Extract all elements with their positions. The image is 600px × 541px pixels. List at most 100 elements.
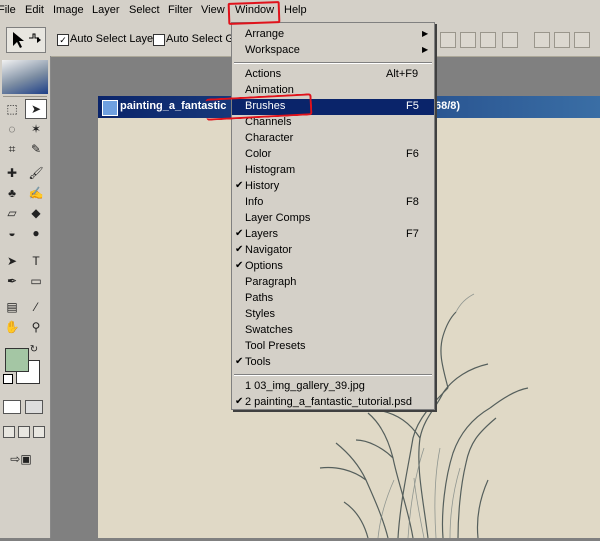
menu-item-label: Options (245, 260, 283, 272)
paint-bucket-tool-icon[interactable]: ◆ (26, 204, 46, 222)
auto-select-groups-label: Auto Select Gr (166, 33, 238, 45)
eraser-tool-icon[interactable]: ▱ (2, 204, 22, 222)
notes-tool-icon[interactable]: ▤ (2, 298, 22, 316)
hand-tool-icon[interactable]: ✋ (2, 318, 22, 336)
jump-to-imageready-icon[interactable]: ⇨▣ (4, 450, 38, 468)
menu-item-info[interactable]: Info F8 (232, 195, 434, 211)
align-center-button[interactable] (460, 32, 476, 48)
toolbox: ⬚ ➤ ◌ ✶ ⌗ ✎ ✚ 🖌 ♣ ✍ ▱ ◆ ◒ ● ➤ T ✒ ▭ ▤ ⁄ … (0, 56, 51, 538)
checkmark-icon: ✔ (235, 356, 244, 367)
menu-item-tools[interactable]: ✔ Tools (232, 355, 434, 371)
quick-mask-mode-button[interactable] (25, 400, 43, 414)
menu-item-history[interactable]: ✔ History (232, 179, 434, 195)
menu-item-label: 2 painting_a_fantastic_tutorial.psd (245, 396, 412, 408)
standard-mode-button[interactable] (3, 400, 21, 414)
photoshop-feather-logo (2, 60, 48, 94)
dodge-tool-icon[interactable]: ● (26, 224, 46, 242)
menu-item-arrange[interactable]: Arrange ▶ (232, 27, 434, 43)
marquee-tool-icon[interactable]: ⬚ (2, 100, 22, 118)
pen-tool-icon[interactable]: ✒ (2, 272, 22, 290)
menu-item-layer-comps[interactable]: Layer Comps (232, 211, 434, 227)
zoom-tool-icon[interactable]: ⚲ (26, 318, 46, 336)
magic-wand-tool-icon[interactable]: ✶ (26, 120, 46, 138)
menu-item-label: Tool Presets (245, 340, 306, 352)
document-title-tail: 68/8) (435, 100, 461, 112)
menu-help[interactable]: Help (284, 4, 307, 16)
checkmark-icon: ✔ (235, 260, 244, 271)
menu-item-label: Layer Comps (245, 212, 311, 224)
distribute-middle-button[interactable] (554, 32, 570, 48)
healing-brush-tool-icon[interactable]: ✚ (2, 164, 22, 182)
standard-screen-mode-button[interactable] (3, 426, 15, 438)
menu-item-label: Tools (245, 356, 271, 368)
checkmark-icon: ✔ (235, 396, 244, 407)
swap-colors-icon[interactable]: ↻ (28, 344, 40, 356)
tool-preset-picker[interactable] (6, 27, 46, 53)
menu-item-open-document[interactable]: ✔ 2 painting_a_fantastic_tutorial.psd (232, 395, 434, 411)
menu-item-label: Swatches (245, 324, 293, 336)
align-top-button[interactable] (502, 32, 518, 48)
menu-item-label: History (245, 180, 280, 192)
rectangle-tool-icon[interactable]: ▭ (26, 272, 46, 290)
menu-item-workspace[interactable]: Workspace ▶ (232, 43, 434, 59)
menu-view[interactable]: View (201, 4, 225, 16)
menu-filter[interactable]: Filter (168, 4, 192, 16)
menu-item-shortcut: Alt+F9 (386, 68, 419, 80)
default-colors-icon[interactable] (3, 374, 13, 384)
checkmark-icon: ✔ (235, 244, 244, 255)
lasso-tool-icon[interactable]: ◌ (2, 120, 22, 138)
blur-tool-icon[interactable]: ◒ (2, 224, 22, 242)
menu-item-color[interactable]: Color F6 (232, 147, 434, 163)
menu-item-styles[interactable]: Styles (232, 307, 434, 323)
menu-item-label: Character (245, 132, 294, 144)
menu-item-shortcut: F7 (406, 228, 419, 240)
menu-layer[interactable]: Layer (92, 4, 120, 16)
brush-tool-icon[interactable]: 🖌 (26, 164, 46, 182)
menu-item-paths[interactable]: Paths (232, 291, 434, 307)
auto-select-layer-checkbox[interactable]: ✓ (57, 34, 69, 46)
menu-select[interactable]: Select (129, 4, 160, 16)
menu-item-open-document[interactable]: 1 03_img_gallery_39.jpg (232, 379, 434, 395)
window-menu-dropdown: Arrange ▶ Workspace ▶ Actions Alt+F9 Animation… (231, 22, 435, 410)
menu-file[interactable]: File (0, 4, 16, 16)
clone-stamp-tool-icon[interactable]: ♣ (2, 184, 22, 202)
type-tool-icon[interactable]: T (26, 252, 46, 270)
annotation-window-highlight (227, 1, 281, 25)
menu-item-label: Arrange (245, 28, 285, 40)
menu-item-swatches[interactable]: Swatches (232, 323, 434, 339)
full-screen-mode-button[interactable] (33, 426, 45, 438)
checkmark-icon: ✔ (235, 180, 244, 191)
toolbox-divider (3, 96, 47, 97)
menu-item-label: Actions (245, 68, 282, 80)
move-tool-icon[interactable]: ➤ (25, 99, 47, 119)
auto-select-groups-checkbox[interactable] (153, 34, 165, 46)
submenu-arrow-icon: ▶ (422, 29, 429, 38)
menu-image[interactable]: Image (53, 4, 84, 16)
distribute-bottom-button[interactable] (574, 32, 590, 48)
align-right-button[interactable] (480, 32, 496, 48)
menu-item-label: Info (245, 196, 264, 208)
menu-item-actions[interactable]: Actions Alt+F9 (232, 67, 434, 83)
foreground-color-swatch[interactable] (5, 348, 29, 372)
menu-item-options[interactable]: ✔ Options (232, 259, 434, 275)
menu-item-histogram[interactable]: Histogram (232, 163, 434, 179)
menu-item-tool-presets[interactable]: Tool Presets (232, 339, 434, 355)
eyedropper-tool-icon[interactable]: ⁄ (26, 298, 46, 316)
menu-item-shortcut: F5 (406, 100, 419, 112)
slice-tool-icon[interactable]: ✎ (26, 140, 46, 158)
menu-item-paragraph[interactable]: Paragraph (232, 275, 434, 291)
menu-separator (234, 374, 432, 376)
move-tool-icon (13, 32, 41, 48)
menu-item-character[interactable]: Character (232, 131, 434, 147)
history-brush-tool-icon[interactable]: ✍ (26, 184, 46, 202)
path-selection-tool-icon[interactable]: ➤ (2, 252, 22, 270)
distribute-top-button[interactable] (534, 32, 550, 48)
crop-tool-icon[interactable]: ⌗ (2, 140, 22, 158)
align-left-button[interactable] (440, 32, 456, 48)
menu-item-navigator[interactable]: ✔ Navigator (232, 243, 434, 259)
menu-edit[interactable]: Edit (25, 4, 44, 16)
menu-item-label: Navigator (245, 244, 293, 256)
menu-item-layers[interactable]: ✔ Layers F7 (232, 227, 434, 243)
document-icon (102, 100, 118, 116)
full-screen-menu-mode-button[interactable] (18, 426, 30, 438)
